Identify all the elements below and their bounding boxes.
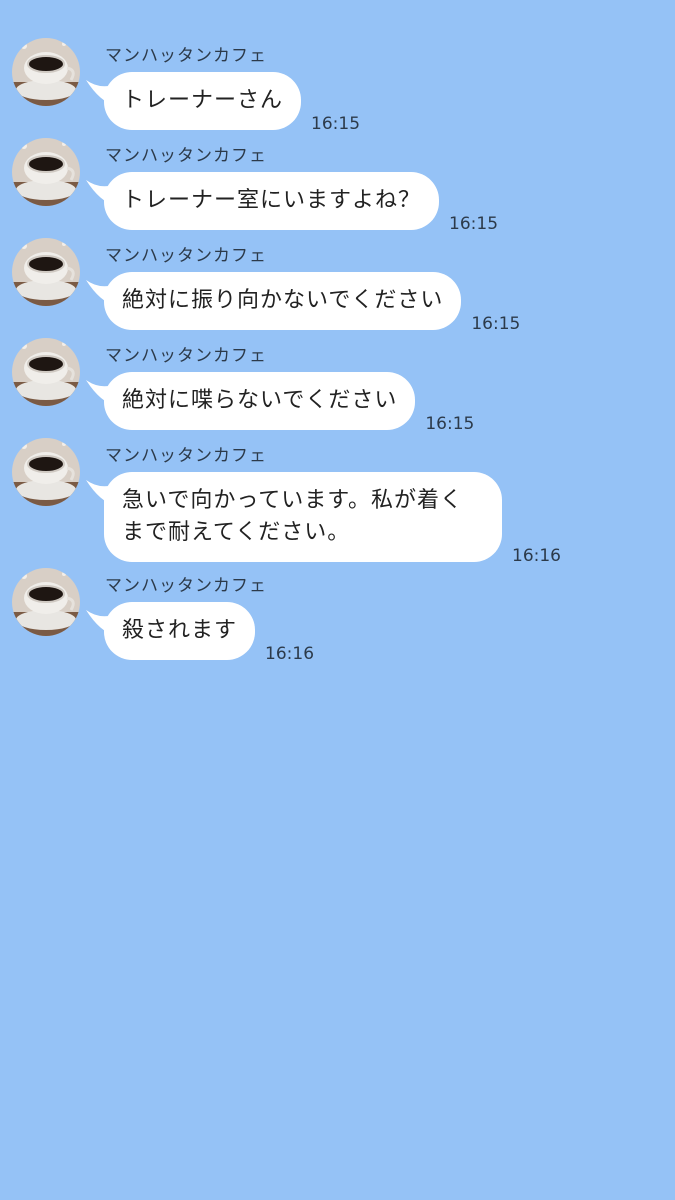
avatar[interactable] xyxy=(12,338,80,406)
chat-thread: マンハッタンカフェ トレーナーさん 16:15 マンハッタンカフェ トレーナー室… xyxy=(0,0,675,1200)
avatar[interactable] xyxy=(12,138,80,206)
message-time: 16:15 xyxy=(425,414,475,434)
avatar[interactable] xyxy=(12,568,80,636)
message-time: 16:16 xyxy=(512,546,561,566)
message-time: 16:15 xyxy=(311,114,361,134)
sender-name: マンハッタンカフェ xyxy=(105,146,267,166)
message-bubble-wrap: トレーナーさん 16:15 xyxy=(86,72,360,134)
avatar[interactable] xyxy=(12,238,80,306)
avatar[interactable] xyxy=(12,438,80,506)
message-bubble-wrap: トレーナー室にいますよね？ 16:15 xyxy=(86,172,498,234)
message-time: 16:15 xyxy=(449,214,499,234)
sender-name: マンハッタンカフェ xyxy=(105,576,267,596)
sender-name: マンハッタンカフェ xyxy=(105,346,267,366)
message-bubble-wrap: 絶対に喋らないでください 16:15 xyxy=(86,372,474,434)
message-bubble[interactable]: 急いで向かっています。私が着くまで耐えてください。 xyxy=(104,472,502,562)
sender-name: マンハッタンカフェ xyxy=(105,46,267,66)
message-time: 16:15 xyxy=(471,314,521,334)
message-bubble[interactable]: トレーナー室にいますよね？ xyxy=(104,172,440,230)
message-time: 16:16 xyxy=(265,644,315,664)
message-bubble[interactable]: 殺されます xyxy=(104,602,256,660)
coffee-cup-icon xyxy=(12,438,80,506)
coffee-cup-icon xyxy=(12,138,80,206)
coffee-cup-icon xyxy=(12,568,80,636)
avatar[interactable] xyxy=(12,38,80,106)
message-bubble[interactable]: 絶対に喋らないでください xyxy=(104,372,416,430)
message-bubble[interactable]: トレーナーさん xyxy=(104,72,302,130)
coffee-cup-icon xyxy=(12,338,80,406)
message-bubble[interactable]: 絶対に振り向かないでください xyxy=(104,272,462,330)
message-bubble-wrap: 急いで向かっています。私が着くまで耐えてください。 16:16 xyxy=(86,472,561,566)
message-bubble-wrap: 絶対に振り向かないでください 16:15 xyxy=(86,272,520,334)
message-bubble-wrap: 殺されます 16:16 xyxy=(86,602,314,664)
sender-name: マンハッタンカフェ xyxy=(105,246,267,266)
coffee-cup-icon xyxy=(12,38,80,106)
coffee-cup-icon xyxy=(12,238,80,306)
sender-name: マンハッタンカフェ xyxy=(105,446,267,466)
